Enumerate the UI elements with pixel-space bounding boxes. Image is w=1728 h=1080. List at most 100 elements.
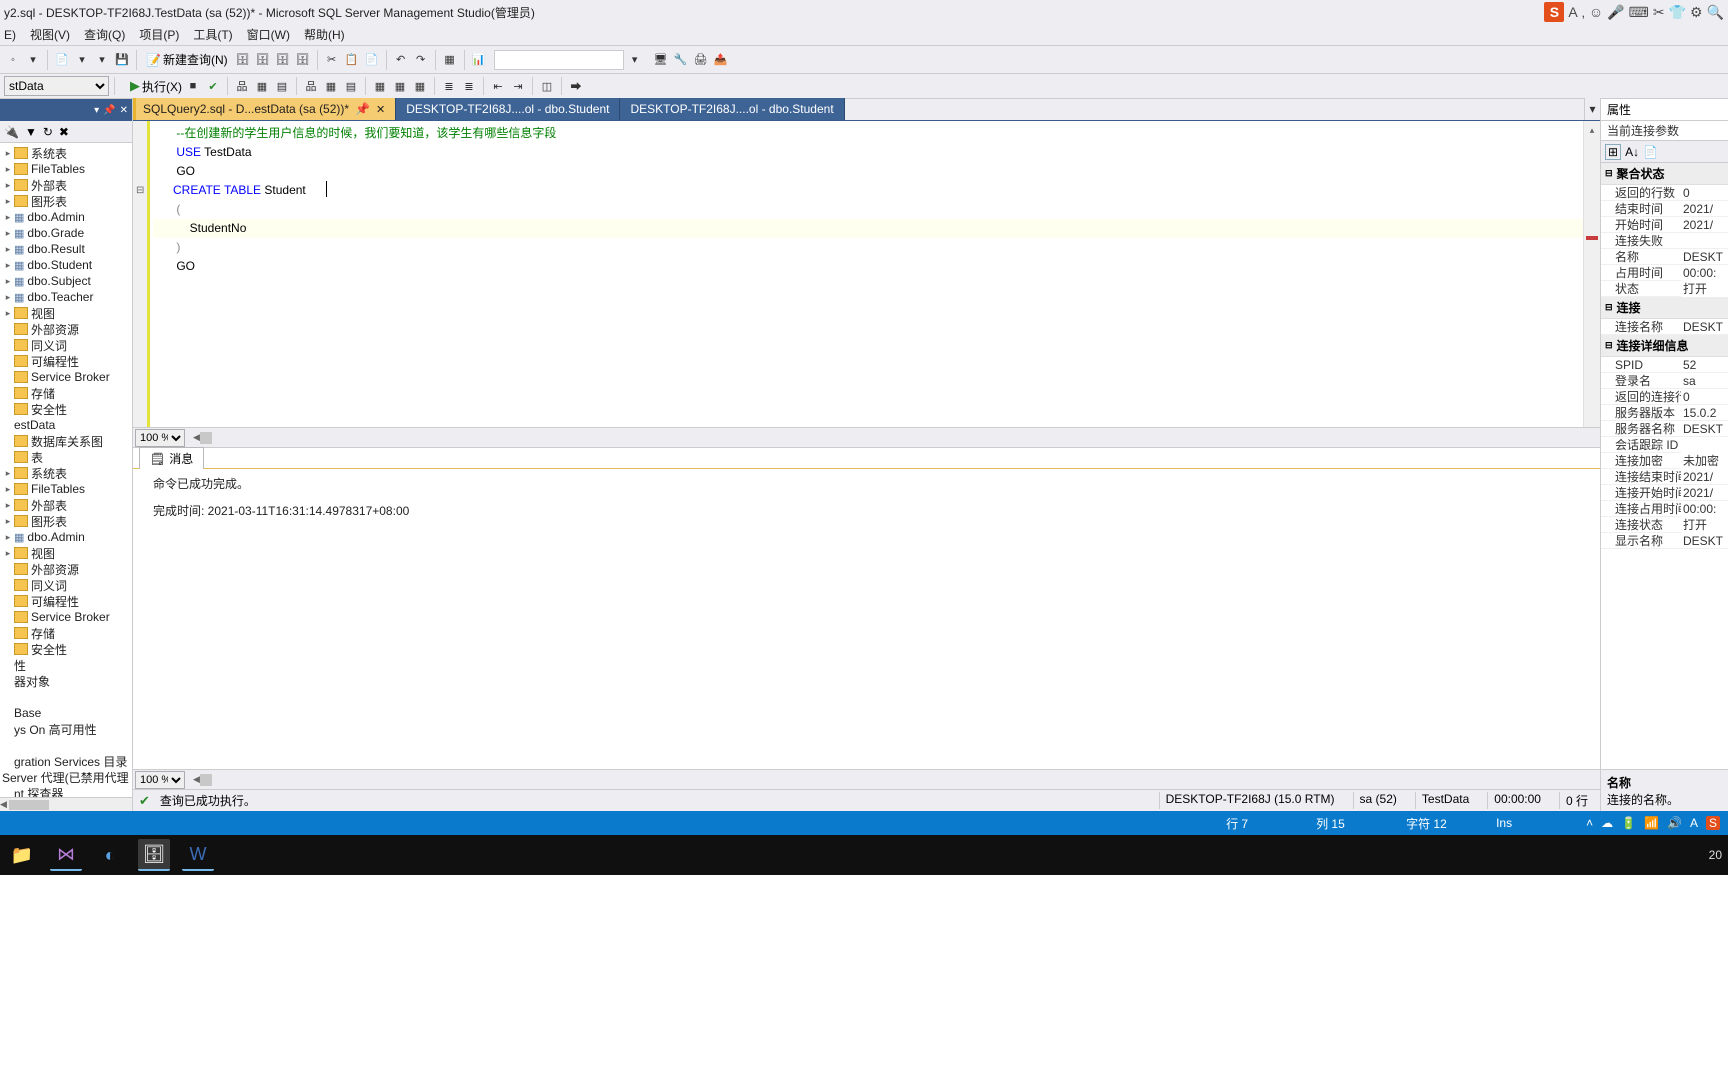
close-icon[interactable]: ✕ [376, 103, 385, 116]
windows-taskbar[interactable]: 📁 ⋈ ◐ 🗄 W 20 [0, 835, 1728, 875]
ime-emoji-icon[interactable]: ☺ [1589, 4, 1603, 20]
ime-punct-icon[interactable]: ‚ [1582, 4, 1585, 20]
tree-item[interactable]: Service Broker [0, 609, 132, 625]
tree-item[interactable]: 同义词 [0, 337, 132, 353]
tray-volume-icon[interactable]: 🔊 [1667, 816, 1682, 830]
tree-item[interactable]: ▸▦dbo.Subject [0, 273, 132, 289]
alphabetical-icon[interactable]: A↓ [1625, 145, 1639, 159]
tree-item[interactable]: ▸FileTables [0, 481, 132, 497]
sogou-ime-icon[interactable]: S [1544, 2, 1564, 22]
save-all-icon[interactable]: 💾 [113, 51, 131, 69]
results-file-icon[interactable]: ▦ [411, 77, 429, 95]
intellisense-icon[interactable]: ▤ [273, 77, 291, 95]
tree-item[interactable]: 外部资源 [0, 321, 132, 337]
live-stats-icon[interactable]: ▦ [322, 77, 340, 95]
tree-item[interactable]: ys On 高可用性 [0, 721, 132, 737]
property-pages-icon[interactable]: 📄 [1643, 145, 1658, 159]
property-row[interactable]: 服务器版本15.0.2 [1601, 405, 1728, 421]
properties-grid[interactable]: ⊟ 聚合状态返回的行数0结束时间2021/开始时间2021/连接失败名称DESK… [1601, 163, 1728, 769]
ime-keyboard-icon[interactable]: ⌨ [1629, 4, 1649, 21]
visualstudio-app[interactable]: ⋈ [50, 839, 82, 871]
tree-item[interactable]: ▸图形表 [0, 193, 132, 209]
menu-view[interactable]: 视图(V) [30, 26, 70, 43]
query-options-icon[interactable]: ▦ [253, 77, 271, 95]
stop-filter-icon[interactable]: ✖ [59, 125, 69, 139]
tab-student-1[interactable]: DESKTOP-TF2I68J....ol - dbo.Student [396, 98, 620, 120]
fwd-icon[interactable]: ▾ [24, 51, 42, 69]
property-row[interactable]: 结束时间2021/ [1601, 201, 1728, 217]
property-row[interactable]: 开始时间2021/ [1601, 217, 1728, 233]
property-row[interactable]: 显示名称DESKT [1601, 533, 1728, 549]
execute-play-icon[interactable]: ▶ [130, 78, 140, 94]
tray-onedrive-icon[interactable]: ☁ [1601, 816, 1613, 830]
property-row[interactable]: 返回的连接行数0 [1601, 389, 1728, 405]
tree-item[interactable]: ▸▦dbo.Result [0, 241, 132, 257]
menu-help[interactable]: 帮助(H) [304, 26, 345, 43]
explorer-tree[interactable]: ▸系统表 ▸FileTables ▸外部表▸图形表▸▦dbo.Admin ▸▦dbo.… [0, 143, 132, 797]
property-category[interactable]: ⊟ 聚合状态 [1601, 163, 1728, 185]
results-grid-icon[interactable]: ▦ [371, 77, 389, 95]
tree-item[interactable]: ▸系统表 [0, 145, 132, 161]
menu-project[interactable]: 项目(P) [139, 26, 179, 43]
estimated-plan-icon[interactable]: 品 [233, 77, 251, 95]
execute-label[interactable]: 执行(X) [142, 78, 182, 95]
property-row[interactable]: 连接占用时间00:00: [1601, 501, 1728, 517]
uncomment-icon[interactable]: ≣ [460, 77, 478, 95]
ssms-app[interactable]: 🗄 [138, 839, 170, 871]
property-row[interactable]: 返回的行数0 [1601, 185, 1728, 201]
close-panel-icon[interactable]: ✕ [120, 105, 128, 116]
ime-a-icon[interactable]: A [1568, 4, 1577, 20]
property-row[interactable]: 登录名sa [1601, 373, 1728, 389]
tree-item[interactable]: gration Services 目录 [0, 753, 132, 769]
sql-editor[interactable]: ▴ ▴ --在创建新的学生用户信息的时候，我们要知道，该学生有哪些信息字段 US… [133, 121, 1600, 427]
new-project-icon[interactable]: 📄 [53, 51, 71, 69]
zoom-combo[interactable]: 100 % [135, 429, 185, 447]
tree-item[interactable]: 可编程性 [0, 593, 132, 609]
tree-item[interactable]: Service Broker [0, 369, 132, 385]
word-app[interactable]: W [182, 839, 214, 871]
editor-vscroll[interactable]: ▴ [1583, 121, 1600, 427]
tree-item[interactable]: 数据库关系图 [0, 433, 132, 449]
menu-tools[interactable]: 工具(T) [193, 26, 232, 43]
mdx-icon[interactable]: 🗄 [254, 51, 272, 69]
tree-item[interactable]: 安全性 [0, 401, 132, 417]
tree-item[interactable] [0, 737, 132, 753]
property-row[interactable]: 服务器名称DESKT [1601, 421, 1728, 437]
tray-up-icon[interactable]: ˄ [1586, 816, 1593, 830]
tray-ime-icon[interactable]: A [1690, 816, 1698, 830]
tree-item[interactable]: ▸▦dbo.Admin [0, 209, 132, 225]
find-icon[interactable]: ▾ [626, 51, 644, 69]
comment-out-icon[interactable]: ≣ [440, 77, 458, 95]
tray-wifi-icon[interactable]: 📶 [1644, 816, 1659, 830]
ime-settings-icon[interactable]: ⚙ [1690, 4, 1703, 21]
filter-icon[interactable]: ▼ [25, 125, 37, 139]
tree-item[interactable]: ▸外部表 [0, 177, 132, 193]
editor-hscroll[interactable]: ◀ [193, 431, 1600, 445]
pin-icon[interactable]: ▾ [94, 105, 99, 116]
tree-item[interactable]: 存储 [0, 625, 132, 641]
tree-item[interactable]: nt 探查器 [0, 785, 132, 797]
property-category[interactable]: ⊟ 连接 [1601, 297, 1728, 319]
tree-item[interactable]: ▸▦dbo.Teacher [0, 289, 132, 305]
stop-icon[interactable]: ■ [184, 77, 202, 95]
property-row[interactable]: 名称DESKT [1601, 249, 1728, 265]
zoom-combo[interactable]: 100 % [135, 771, 185, 789]
pin-icon[interactable]: 📌 [355, 102, 370, 116]
solution-config-combo[interactable] [494, 50, 624, 70]
property-row[interactable]: 连接名称DESKT [1601, 319, 1728, 335]
activity-icon[interactable]: 📊 [470, 51, 488, 69]
tree-item[interactable]: 器对象 [0, 673, 132, 689]
tree-item[interactable]: Server 代理(已禁用代理 X [0, 769, 132, 785]
tree-item[interactable]: estData [0, 417, 132, 433]
print-icon[interactable]: 🖨 [692, 51, 710, 69]
property-row[interactable]: 状态打开 [1601, 281, 1728, 297]
open-icon[interactable]: ▾ [73, 51, 91, 69]
export-icon[interactable]: 📤 [712, 51, 730, 69]
tree-item[interactable] [0, 689, 132, 705]
messages-hscroll[interactable]: ◀ [193, 773, 1600, 787]
browser-app[interactable]: ◐ [94, 839, 126, 871]
categorized-icon[interactable]: ⊞ [1605, 144, 1621, 160]
menu-query[interactable]: 查询(Q) [84, 26, 125, 43]
tree-item[interactable]: 安全性 [0, 641, 132, 657]
tab-sqlquery2[interactable]: SQLQuery2.sql - D...estData (sa (52))* 📌… [133, 98, 396, 120]
